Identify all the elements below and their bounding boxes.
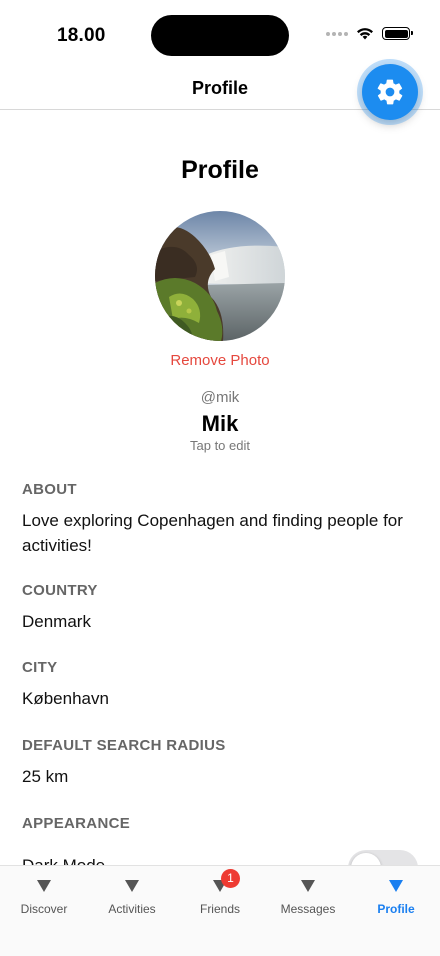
triangle-down-icon: [301, 880, 315, 892]
tab-friends[interactable]: Friends: [176, 866, 264, 926]
city-label: CITY: [22, 659, 58, 676]
country-value[interactable]: Denmark: [22, 609, 418, 634]
search-radius-value[interactable]: 25 km: [22, 764, 418, 789]
friends-notification-badge: 1: [221, 869, 240, 888]
tab-bar: Discover Activities Friends Messages Pro…: [0, 865, 440, 956]
display-name[interactable]: Mik: [0, 411, 440, 437]
wifi-icon: [357, 28, 373, 40]
avatar[interactable]: [155, 211, 285, 341]
profile-photo: [155, 211, 285, 341]
city-value[interactable]: København: [22, 686, 418, 711]
about-label: ABOUT: [22, 481, 77, 498]
appearance-label: APPEARANCE: [22, 815, 131, 832]
status-bar: 18.00: [0, 0, 440, 66]
tab-label: Friends: [199, 902, 240, 916]
triangle-down-icon: [125, 880, 139, 892]
profile-content[interactable]: Profile Remove Photo @mik Mik Tap to edi…: [0, 111, 440, 865]
tab-activities[interactable]: Activities: [88, 866, 176, 926]
tab-discover[interactable]: Discover: [0, 866, 88, 926]
status-time: 18.00: [57, 25, 106, 46]
tab-messages[interactable]: Messages: [264, 866, 352, 926]
remove-photo-button[interactable]: Remove Photo: [0, 352, 440, 369]
tab-label: Profile: [377, 902, 415, 916]
cellular-signal-icon: [326, 31, 348, 36]
page-title: Profile: [181, 156, 259, 184]
battery-icon: [382, 27, 413, 40]
tab-label: Activities: [108, 902, 156, 916]
triangle-down-icon: [37, 880, 51, 892]
username: @mik: [200, 389, 240, 406]
status-icons: [326, 27, 413, 40]
tab-profile[interactable]: Profile: [352, 866, 440, 926]
tap-to-edit-hint: Tap to edit: [190, 438, 250, 453]
about-value[interactable]: Love exploring Copenhagen and finding pe…: [22, 508, 418, 558]
gear-icon: [377, 79, 403, 105]
tab-label: Discover: [20, 902, 68, 916]
country-label: COUNTRY: [22, 582, 98, 599]
toggle-knob: [351, 853, 381, 865]
search-radius-label: DEFAULT SEARCH RADIUS: [22, 737, 226, 754]
dynamic-island: [151, 15, 289, 56]
triangle-down-icon: [389, 880, 403, 892]
dark-mode-toggle[interactable]: [348, 850, 418, 865]
tab-label: Messages: [280, 902, 336, 916]
